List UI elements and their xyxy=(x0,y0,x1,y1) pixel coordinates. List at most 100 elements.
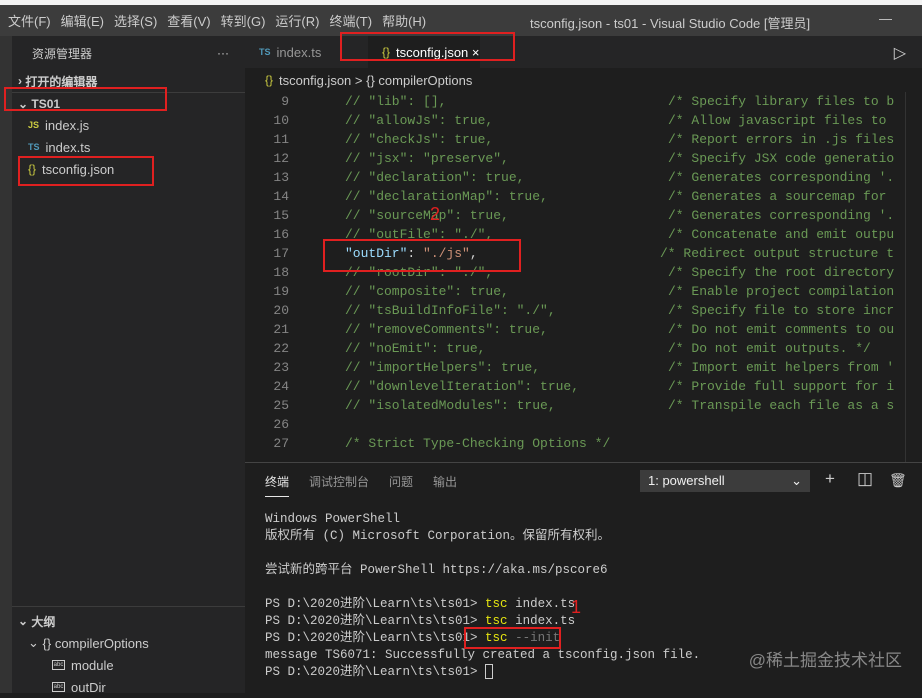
line-number: 18 xyxy=(273,265,289,280)
breadcrumb-node[interactable]: compilerOptions xyxy=(378,73,472,88)
tab-debug-console[interactable]: 调试控制台 xyxy=(309,473,369,497)
code-comment: /* Specify library files to b xyxy=(668,94,895,109)
watermark: @稀土掘金技术社区 xyxy=(748,651,902,670)
code-comment: /* Generates corresponding '. xyxy=(668,208,895,223)
annotation-box xyxy=(340,32,515,61)
run-icon[interactable]: ▷ xyxy=(894,43,906,63)
terminal-select[interactable]: 1: powershell ⌄ xyxy=(640,470,810,492)
outline-compileroptions[interactable]: ⌄ {} compilerOptions xyxy=(12,632,245,654)
object-icon: {} xyxy=(366,72,379,88)
code-line: 9 // "lib": [], /* Specify library files t… xyxy=(245,94,905,113)
minimize-button[interactable]: — xyxy=(879,11,892,26)
code-text: // "isolatedModules": true, xyxy=(345,398,556,413)
file-index-js[interactable]: JS index.js xyxy=(12,114,245,136)
code-comment: /* Do not emit comments to ou xyxy=(668,322,895,337)
menu-go[interactable]: 转到(G) xyxy=(221,11,266,30)
terminal-output[interactable]: Windows PowerShell 版权所有 (C) Microsoft Cor… xyxy=(265,511,700,681)
code-text: // "downlevelIteration": true, xyxy=(345,379,580,394)
code-comment: /* Import emit helpers from ' xyxy=(668,360,895,375)
line-number: 14 xyxy=(273,189,289,204)
chevron-down-icon: ⌄ xyxy=(18,614,32,628)
terminal-line: Windows PowerShell xyxy=(265,512,401,526)
code-comment: /* Specify file to store incr xyxy=(668,303,895,318)
code-text: // "removeComments": true, xyxy=(345,322,548,337)
code-text: // "lib": [], xyxy=(345,94,447,109)
file-index-ts[interactable]: TS index.ts xyxy=(12,136,245,158)
terminal-line: PS D:\2020进阶\Learn\ts\ts01> tsc index.ts xyxy=(265,596,700,613)
annotation-box xyxy=(4,87,167,111)
tab-output[interactable]: 输出 xyxy=(433,473,457,497)
annotation-number: 2 xyxy=(430,204,441,224)
terminal-panel: 终端 调试控制台 问题 输出 1: powershell ⌄ + ◫ 🗑 Wind… xyxy=(245,462,922,693)
line-number: 11 xyxy=(273,132,289,147)
command: tsc xyxy=(485,597,508,611)
code-line: 14 // "declarationMap": true, /* Generates… xyxy=(245,189,905,208)
code-text: // "importHelpers": true, xyxy=(345,360,541,375)
annotation-box xyxy=(18,156,154,186)
annotation-number: 1 xyxy=(571,597,582,617)
menu-edit[interactable]: 编辑(E) xyxy=(61,11,104,30)
code-text: // "tsBuildInfoFile": "./", xyxy=(345,303,556,318)
menu-selection[interactable]: 选择(S) xyxy=(114,11,157,30)
line-number: 13 xyxy=(273,170,289,185)
explorer-sidebar: 资源管理器 ··· › 打开的编辑器 ⌄ TS01 JS index.js TS in… xyxy=(12,36,245,695)
minimap[interactable] xyxy=(905,92,922,462)
code-editor[interactable]: 9 // "lib": [], /* Specify library files t… xyxy=(245,92,905,462)
breadcrumb-file[interactable]: tsconfig.json xyxy=(279,73,351,88)
prompt: PS D:\2020进阶\Learn\ts\ts01> xyxy=(265,665,486,679)
menu-terminal[interactable]: 终端(T) xyxy=(329,11,372,30)
code-line: 11 // "checkJs": true, /* Report errors in… xyxy=(245,132,905,151)
code-comment: /* Transpile each file as a s xyxy=(668,398,895,413)
code-comment: /* Specify the root directory xyxy=(668,265,895,280)
line-number: 26 xyxy=(273,417,289,432)
code-comment: /* Enable project compilation xyxy=(668,284,895,299)
trash-icon[interactable]: 🗑 xyxy=(889,472,907,489)
file-label: index.js xyxy=(45,117,90,133)
menu-view[interactable]: 查看(V) xyxy=(167,11,210,30)
code-line: 26 xyxy=(245,417,905,436)
prompt: PS D:\2020进阶\Learn\ts\ts01> xyxy=(265,631,486,645)
argument: index.ts xyxy=(507,614,576,628)
add-terminal-icon[interactable]: + xyxy=(825,469,835,489)
explorer-title: 资源管理器 xyxy=(32,46,93,61)
menu-run[interactable]: 运行(R) xyxy=(275,11,319,30)
code-line: 12 // "jsx": "preserve", /* Specify JSX co… xyxy=(245,151,905,170)
tab-problems[interactable]: 问题 xyxy=(389,473,413,497)
outline-module[interactable]: abc module xyxy=(12,654,245,676)
argument: index.ts xyxy=(507,597,576,611)
window-title: tsconfig.json - ts01 - Visual Studio Cod… xyxy=(530,16,811,31)
js-file-icon: JS xyxy=(28,120,40,130)
ts-file-icon: TS xyxy=(28,142,40,152)
breadcrumb-separator: > xyxy=(354,72,363,88)
line-number: 21 xyxy=(273,322,289,337)
outline-header[interactable]: ⌄ 大纲 xyxy=(12,610,245,632)
chevron-down-icon: ⌄ xyxy=(28,635,43,650)
menu-file[interactable]: 文件(F) xyxy=(8,11,51,30)
string-property-icon: abc xyxy=(52,682,65,692)
tab-terminal[interactable]: 终端 xyxy=(265,473,290,497)
more-actions-button[interactable]: ··· xyxy=(217,46,229,60)
terminal-line: PS D:\2020进阶\Learn\ts\ts01> xyxy=(265,664,700,681)
object-icon: {} xyxy=(42,635,55,651)
code-text: // "checkJs": true, xyxy=(345,132,494,147)
line-number: 16 xyxy=(273,227,289,242)
outline-outdir[interactable]: abc outDir xyxy=(12,676,245,698)
code-line: 20 // "tsBuildInfoFile": "./", /* Specify … xyxy=(245,303,905,322)
code-line: 24 // "downlevelIteration": true, /* Provi… xyxy=(245,379,905,398)
prompt: PS D:\2020进阶\Learn\ts\ts01> xyxy=(265,614,486,628)
line-number: 23 xyxy=(273,360,289,375)
code-text: // "jsx": "preserve", xyxy=(345,151,509,166)
annotation-box xyxy=(323,239,521,272)
annotation-box xyxy=(464,627,561,649)
line-number: 12 xyxy=(273,151,289,166)
split-terminal-icon[interactable]: ◫ xyxy=(857,469,873,489)
code-text: // "sourceMap": true, xyxy=(345,208,509,223)
menu-help[interactable]: 帮助(H) xyxy=(382,11,426,30)
code-text: // "allowJs": true, xyxy=(345,113,494,128)
code-line: 15 // "sourceMap": true, /* Generates corr… xyxy=(245,208,905,227)
prompt: PS D:\2020进阶\Learn\ts\ts01> xyxy=(265,597,486,611)
line-number: 9 xyxy=(281,94,289,109)
string-property-icon: abc xyxy=(52,660,65,670)
code-text: // "composite": true, xyxy=(345,284,509,299)
outline-label: compilerOptions xyxy=(54,635,149,651)
